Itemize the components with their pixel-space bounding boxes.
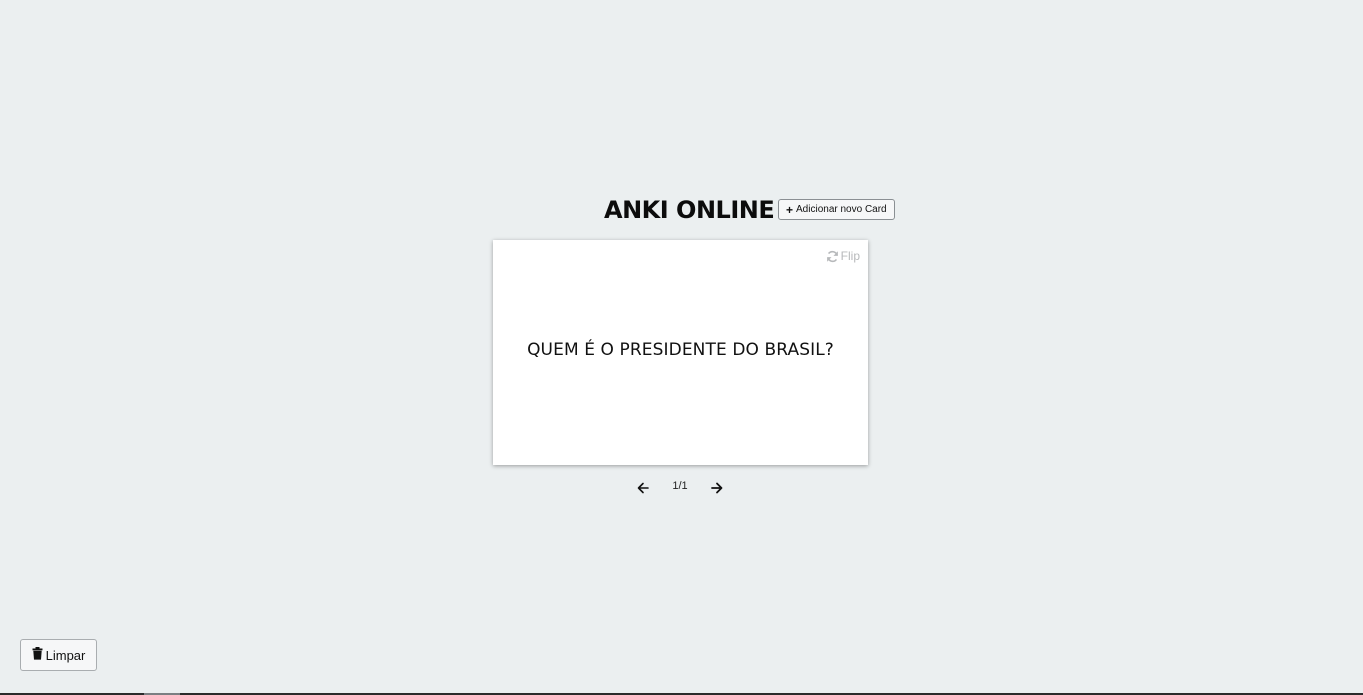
- header: ANKI ONLINE + Adicionar novo Card: [0, 192, 1363, 228]
- plus-icon: +: [786, 202, 794, 217]
- pager: 1/1: [632, 478, 728, 498]
- card-question: QUEM É O PRESIDENTE DO BRASIL?: [527, 340, 834, 360]
- clear-button[interactable]: Limpar: [20, 639, 97, 671]
- flip-label: Flip: [840, 249, 860, 263]
- app-title: ANKI ONLINE: [604, 196, 775, 224]
- add-card-button[interactable]: + Adicionar novo Card: [778, 199, 895, 220]
- page-count: 1/1: [672, 480, 688, 492]
- add-card-label: Adicionar novo Card: [796, 204, 887, 215]
- arrow-right-icon[interactable]: [709, 480, 725, 496]
- trash-icon: [32, 647, 43, 663]
- flashcard[interactable]: Flip QUEM É O PRESIDENTE DO BRASIL?: [493, 240, 868, 465]
- arrow-left-icon[interactable]: [635, 480, 651, 496]
- flip-button[interactable]: Flip: [826, 249, 860, 263]
- refresh-icon: [826, 250, 839, 263]
- clear-label: Limpar: [45, 647, 86, 663]
